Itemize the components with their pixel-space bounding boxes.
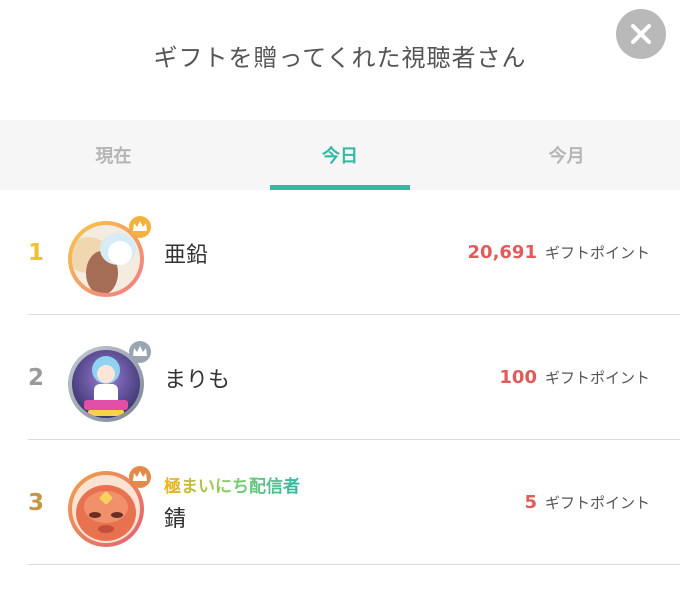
close-icon xyxy=(631,24,651,44)
points-unit: ギフトポイント xyxy=(544,369,650,387)
points-unit: ギフトポイント xyxy=(544,494,650,512)
gift-points: 5 ギフトポイント xyxy=(524,440,650,565)
avatar[interactable] xyxy=(66,463,152,549)
rank-number: 2 xyxy=(27,364,44,391)
viewer-name: 亜鉛 xyxy=(164,242,209,268)
gift-points: 100 ギフトポイント xyxy=(499,315,650,440)
ranking-row[interactable]: 3 極まいにち配信者 錆 5 ギフトポイント xyxy=(0,440,680,565)
avatar[interactable] xyxy=(66,213,152,299)
rank-number: 1 xyxy=(27,239,44,266)
ranking-row[interactable]: 2 まりも 100 ギフトポイント xyxy=(0,315,680,440)
avatar[interactable] xyxy=(66,338,152,424)
tab-today[interactable]: 今日 xyxy=(227,120,454,190)
viewer-info: まりも xyxy=(164,315,230,440)
period-tabs: 現在 今日 今月 xyxy=(0,120,680,190)
viewer-name: 錆 xyxy=(164,507,187,532)
gift-ranking-list: 1 亜鉛 20,691 ギフトポイント 2 まりも 100 ギフトポイント 3 … xyxy=(0,190,680,565)
crown-icon xyxy=(129,466,151,488)
points-value: 5 xyxy=(524,492,537,513)
points-value: 20,691 xyxy=(467,242,537,263)
modal-title: ギフトを贈ってくれた視聴者さん xyxy=(153,44,527,72)
viewer-name: まりも xyxy=(164,367,231,393)
ranking-row[interactable]: 1 亜鉛 20,691 ギフトポイント xyxy=(0,190,680,315)
streamer-badge: 極まいにち配信者 xyxy=(164,472,300,497)
gift-points: 20,691 ギフトポイント xyxy=(468,190,650,315)
rank-number: 3 xyxy=(27,489,44,516)
points-value: 100 xyxy=(499,367,537,388)
crown-icon xyxy=(129,341,151,363)
crown-icon xyxy=(129,216,151,238)
close-button[interactable] xyxy=(616,9,666,59)
tab-this-month[interactable]: 今月 xyxy=(453,120,680,190)
modal-header: ギフトを贈ってくれた視聴者さん xyxy=(0,0,680,120)
viewer-info: 亜鉛 xyxy=(164,190,208,315)
points-unit: ギフトポイント xyxy=(544,244,650,262)
tab-current[interactable]: 現在 xyxy=(0,120,227,190)
viewer-info: 極まいにち配信者 錆 xyxy=(164,440,300,565)
